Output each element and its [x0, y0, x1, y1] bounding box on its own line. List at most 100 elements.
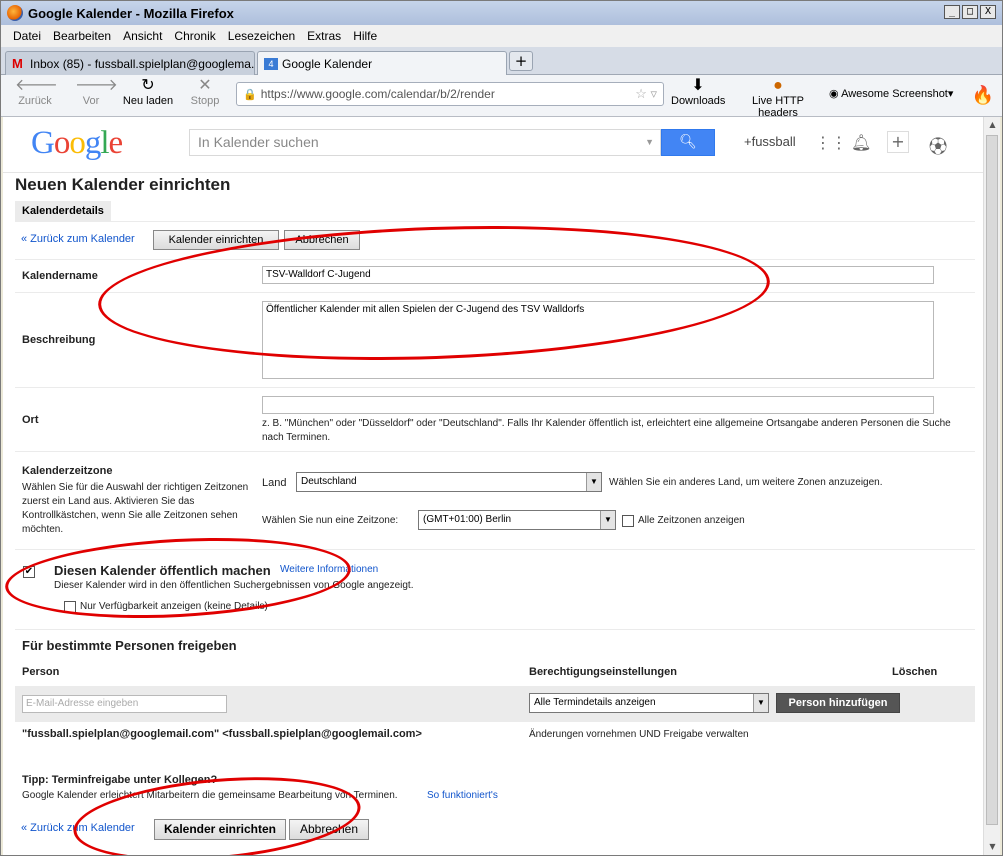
chevron-down-icon: ▼ [600, 511, 615, 529]
close-button[interactable]: X [980, 5, 996, 19]
availability-only-checkbox[interactable] [64, 601, 76, 613]
tip-text: Google Kalender erleichtert Mitarbeitern… [22, 790, 398, 801]
calendar-icon: 4 [264, 57, 278, 70]
timezone-help: Wählen Sie für die Auswahl der richtigen… [22, 482, 249, 535]
bookmark-star-icon[interactable]: ☆ ▿ [635, 86, 657, 102]
firebug-icon[interactable]: 🔥 [971, 85, 995, 106]
menu-bearbeiten[interactable]: Bearbeiten [47, 29, 117, 43]
cancel-button-top[interactable]: Abbrechen [284, 230, 360, 250]
description-label: Beschreibung [22, 334, 96, 346]
how-it-works-link[interactable]: So funktioniert's [427, 790, 498, 801]
url-bar[interactable]: 🔒 https://www.google.com/calendar/b/2/re… [236, 82, 664, 106]
menu-lesezeichen[interactable]: Lesezeichen [222, 29, 301, 43]
reload-button[interactable]: ↻ Neu laden [121, 77, 175, 107]
timezone-label: Kalenderzeitzone [22, 465, 113, 477]
menu-datei[interactable]: Datei [7, 29, 47, 43]
create-calendar-button-top[interactable]: Kalender einrichten [153, 230, 279, 250]
location-input[interactable] [262, 396, 934, 414]
country-label: Land [262, 477, 287, 489]
chevron-down-icon: ▼ [753, 694, 768, 712]
navigation-toolbar: 🡐 Zurück 🡒 Vor ↻ Neu laden ✕ Stopp 🔒 https:/… [1, 75, 1002, 119]
tab-inbox-label: Inbox (85) - fussball.spielplan@googlema… [30, 56, 255, 71]
public-calendar-label: Diesen Kalender öffentlich machen [54, 563, 271, 578]
vertical-scrollbar[interactable]: ▲ ▼ [983, 117, 1000, 855]
menu-bar: Datei Bearbeiten Ansicht Chronik Lesezei… [1, 25, 1002, 47]
gmail-icon: M [12, 55, 23, 71]
description-textarea[interactable]: Öffentlicher Kalender mit allen Spielen … [262, 301, 934, 379]
live-http-icon: ● [773, 77, 783, 94]
calendar-search-input[interactable]: In Kalender suchen ▼ [189, 129, 661, 156]
location-hint: z. B. "München" oder "Düsseldorf" oder "… [262, 418, 951, 443]
tab-bar: M Inbox (85) - fussball.spielplan@google… [1, 47, 1002, 75]
forward-arrow-icon: 🡒 [75, 77, 118, 94]
country-hint: Wählen Sie ein anderes Land, um weitere … [609, 477, 883, 488]
browser-window: Google Kalender - Mozilla Firefox _ □ X … [0, 0, 1003, 856]
chevron-down-icon: ▼ [586, 473, 601, 491]
cancel-button-bottom[interactable]: Abbrechen [289, 819, 369, 840]
public-calendar-desc: Dieser Kalender wird in den öffentlichen… [54, 580, 414, 591]
chevron-down-icon[interactable]: ▼ [645, 130, 654, 155]
add-person-button[interactable]: Person hinzufügen [776, 693, 900, 713]
reload-icon: ↻ [141, 77, 155, 94]
person-column-header: Person [22, 666, 60, 678]
menu-hilfe[interactable]: Hilfe [347, 29, 383, 43]
forward-button[interactable]: 🡒 Vor [75, 77, 118, 107]
live-http-headers-button[interactable]: ● Live HTTP headers [731, 77, 825, 119]
calendar-name-input[interactable]: TSV-Walldorf C-Jugend [262, 266, 934, 284]
awesome-screenshot-button[interactable]: ◉ Awesome Screenshot▾ [829, 87, 961, 100]
calendar-name-label: Kalendername [22, 270, 98, 282]
lock-icon: 🔒 [243, 88, 257, 101]
notifications-bell-icon[interactable]: 🔔︎ [851, 133, 871, 152]
scroll-down-icon[interactable]: ▼ [984, 839, 1001, 855]
email-input[interactable]: E-Mail-Adresse eingeben [22, 695, 227, 713]
tip-title: Tipp: Terminfreigabe unter Kollegen? [22, 774, 218, 786]
menu-chronik[interactable]: Chronik [168, 29, 221, 43]
delete-column-header: Löschen [892, 666, 938, 678]
new-tab-button[interactable]: + [509, 51, 533, 71]
back-button[interactable]: 🡐 Zurück [15, 77, 58, 107]
stop-icon: ✕ [198, 77, 212, 94]
downloads-button[interactable]: ⬇ Downloads [671, 77, 725, 107]
scroll-up-icon[interactable]: ▲ [984, 117, 1001, 133]
owner-email: "fussball.spielplan@googlemail.com" <fus… [22, 728, 422, 740]
url-text: https://www.google.com/calendar/b/2/rend… [260, 87, 495, 101]
window-title: Google Kalender - Mozilla Firefox [28, 5, 234, 21]
share-plus-icon[interactable]: + [887, 131, 909, 153]
menu-ansicht[interactable]: Ansicht [117, 29, 168, 43]
public-calendar-checkbox[interactable]: ✔ [23, 566, 35, 578]
title-bar: Google Kalender - Mozilla Firefox _ □ X [1, 1, 1002, 25]
availability-only-label: Nur Verfügbarkeit anzeigen (keine Detail… [80, 601, 268, 612]
back-to-calendar-link-top[interactable]: « Zurück zum Kalender [21, 233, 135, 245]
share-section-title: Für bestimmte Personen freigeben [22, 638, 237, 653]
google-logo[interactable]: Google [31, 125, 123, 162]
scrollbar-thumb[interactable] [986, 135, 998, 825]
owner-permission: Änderungen vornehmen UND Freigabe verwal… [529, 729, 749, 740]
tab-kalender-label: Google Kalender [282, 56, 373, 71]
avatar[interactable]: ⚽︎ [929, 133, 947, 159]
country-select[interactable]: Deutschland ▼ [296, 472, 602, 492]
tab-google-kalender[interactable]: 4 Google Kalender [257, 51, 507, 75]
download-icon: ⬇ [691, 77, 705, 94]
back-arrow-icon: 🡐 [15, 77, 58, 94]
permission-column-header: Berechtigungseinstellungen [529, 666, 677, 678]
tab-kalenderdetails[interactable]: Kalenderdetails [15, 201, 111, 221]
apps-grid-icon[interactable]: ⋮⋮ [815, 133, 847, 152]
search-icon: 🔍︎ [679, 134, 697, 150]
back-to-calendar-link-bottom[interactable]: « Zurück zum Kalender [21, 822, 135, 834]
tab-inbox[interactable]: M Inbox (85) - fussball.spielplan@google… [5, 51, 255, 75]
stop-button[interactable]: ✕ Stopp [187, 77, 223, 107]
all-timezones-checkbox[interactable] [622, 515, 634, 527]
google-bar: Google In Kalender suchen ▼ 🔍︎ +fussball … [3, 117, 983, 173]
google-plus-user-link[interactable]: +fussball [744, 134, 796, 149]
camera-icon: ◉ [829, 88, 842, 100]
search-button[interactable]: 🔍︎ [661, 129, 715, 156]
firefox-icon [7, 5, 23, 21]
timezone-select[interactable]: (GMT+01:00) Berlin ▼ [418, 510, 616, 530]
more-info-link[interactable]: Weitere Informationen [280, 564, 378, 575]
minimize-button[interactable]: _ [944, 5, 960, 19]
all-timezones-label: Alle Zeitzonen anzeigen [638, 515, 745, 526]
menu-extras[interactable]: Extras [301, 29, 347, 43]
permission-select[interactable]: Alle Termindetails anzeigen ▼ [529, 693, 769, 713]
maximize-button[interactable]: □ [962, 5, 978, 19]
create-calendar-button-bottom[interactable]: Kalender einrichten [154, 819, 286, 840]
